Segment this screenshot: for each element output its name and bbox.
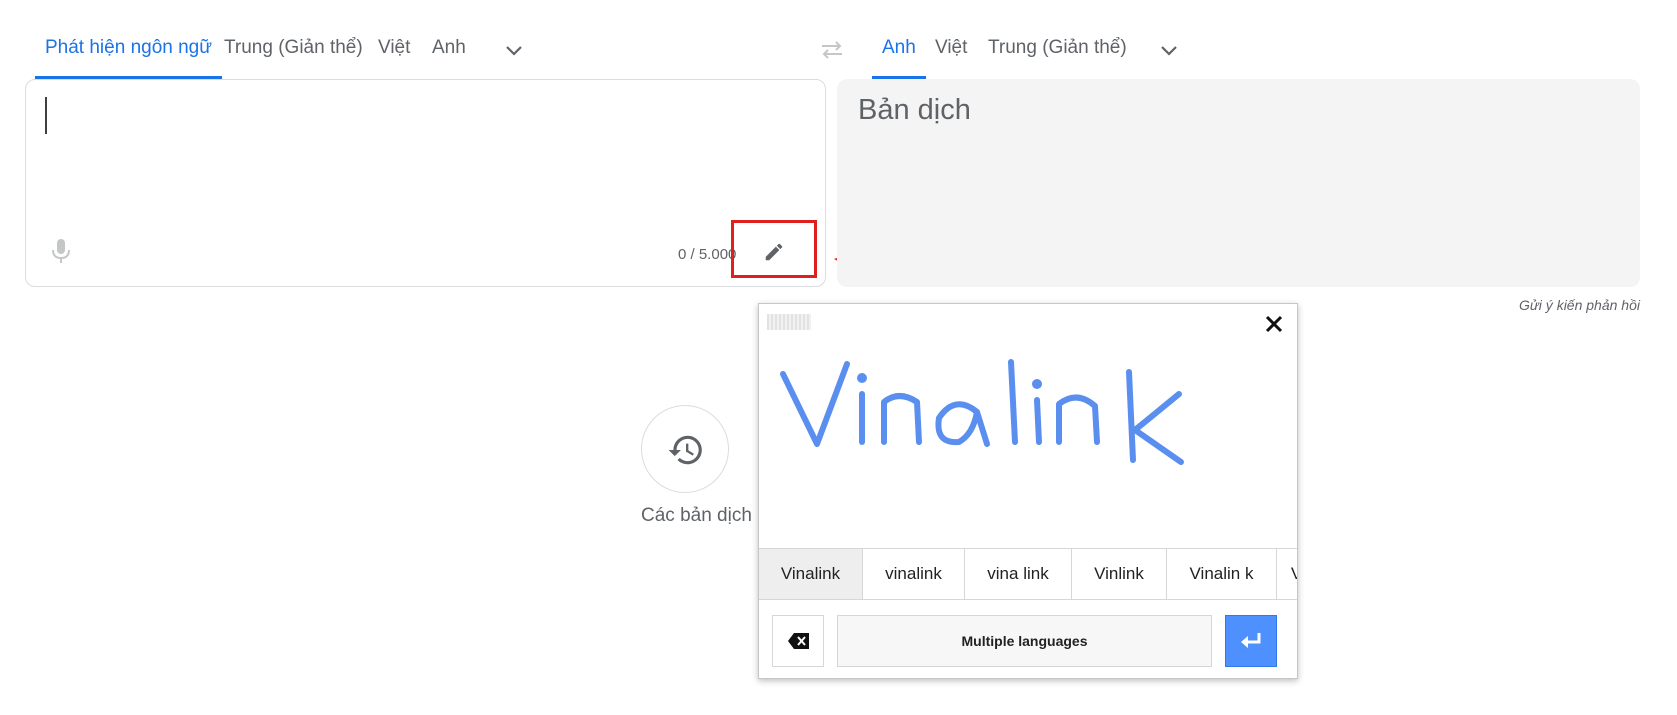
history-label: Các bản dịch đ [641, 505, 768, 526]
candidate-item[interactable]: vinalink [863, 549, 965, 599]
chevron-down-icon[interactable] [1157, 38, 1181, 62]
history-button[interactable] [641, 405, 729, 493]
tab-source-english[interactable]: Anh [432, 30, 466, 79]
candidate-item[interactable]: Vinalink [759, 549, 863, 599]
tab-source-chinese[interactable]: Trung (Giản thể) [224, 30, 363, 79]
translation-placeholder: Bản dịch [858, 94, 971, 126]
tab-target-chinese[interactable]: Trung (Giản thể) [988, 30, 1127, 79]
tab-target-vietnamese[interactable]: Việt [935, 30, 967, 79]
annotation-highlight-box [731, 220, 817, 278]
candidate-item[interactable]: Vinlink [1072, 549, 1167, 599]
history-icon [668, 435, 702, 465]
microphone-icon[interactable] [49, 236, 73, 266]
text-caret [45, 97, 47, 134]
enter-icon [1241, 633, 1261, 648]
handwriting-input-panel: Vinalink vinalink vina link Vinlink Vina… [758, 303, 1298, 679]
character-counter: 0 / 5.000 [678, 246, 737, 263]
close-icon[interactable] [1262, 312, 1286, 336]
tab-source-vietnamese[interactable]: Việt [378, 30, 410, 79]
chevron-down-icon[interactable] [502, 38, 526, 62]
candidate-item[interactable]: Vinalin k [1167, 549, 1277, 599]
candidate-item[interactable]: vina link [965, 549, 1072, 599]
candidate-bar: Vinalink vinalink vina link Vinlink Vina… [759, 548, 1297, 600]
candidate-item[interactable]: V [1277, 549, 1297, 599]
language-select-button[interactable]: Multiple languages [837, 615, 1212, 667]
handwriting-canvas[interactable] [759, 344, 1298, 548]
tab-target-english[interactable]: Anh [872, 30, 926, 79]
drag-handle[interactable] [767, 314, 811, 330]
tab-source-detect[interactable]: Phát hiện ngôn ngữ [35, 30, 222, 79]
enter-button[interactable] [1225, 615, 1277, 667]
send-feedback-link[interactable]: Gửi ý kiến phản hồi [1400, 297, 1640, 313]
swap-languages-icon[interactable] [818, 36, 846, 64]
backspace-icon [788, 633, 809, 649]
backspace-button[interactable] [772, 615, 824, 667]
